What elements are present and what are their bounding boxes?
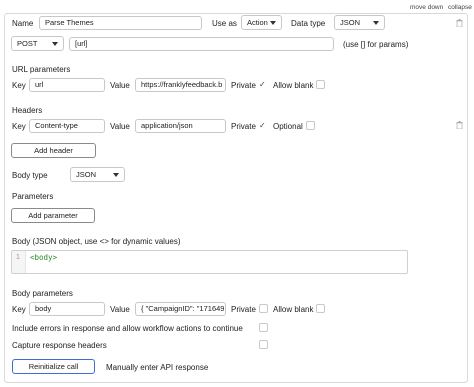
data-type-select[interactable]: JSON [334, 15, 385, 30]
header-key-input[interactable]: Content-type [29, 119, 105, 133]
include-errors-checkbox[interactable] [259, 323, 268, 332]
allow-blank-checkbox[interactable] [316, 80, 325, 89]
allow-blank-checkbox[interactable] [316, 304, 325, 313]
body-type-label: Body type [12, 171, 48, 180]
url-param-private-label: Private [231, 81, 256, 90]
method-select[interactable]: POST [11, 36, 64, 51]
body-type-select[interactable]: JSON [70, 167, 125, 182]
header-key-label: Key [12, 122, 26, 131]
header-optional-label: Optional [273, 122, 303, 131]
header-value-label: Value [110, 122, 130, 131]
header-value-input[interactable]: application/json [135, 119, 226, 133]
body-json-title: Body (JSON object, use <> for dynamic va… [12, 237, 181, 246]
chevron-down-icon [52, 42, 58, 46]
url-input[interactable]: [url] [69, 37, 334, 51]
trash-icon[interactable] [456, 121, 463, 129]
manual-response-label[interactable]: Manually enter API response [106, 363, 208, 372]
line-number: 1 [16, 254, 20, 261]
header-private-label: Private [231, 122, 256, 131]
chevron-down-icon [113, 173, 119, 177]
use-as-value: Action [247, 18, 268, 27]
chevron-down-icon [373, 21, 379, 25]
body-type-value: JSON [76, 170, 97, 179]
chevron-down-icon [270, 21, 276, 25]
url-hint: (use [] for params) [343, 40, 409, 49]
body-param-allow-blank-label: Allow blank [273, 305, 314, 314]
url-parameters-title: URL parameters [12, 65, 71, 74]
optional-checkbox[interactable] [306, 121, 315, 130]
parameters-title: Parameters [12, 192, 54, 201]
private-check-icon[interactable]: ✓ [259, 80, 266, 89]
use-as-label: Use as [212, 19, 237, 28]
body-param-key-label: Key [12, 305, 26, 314]
code-line: <body> [30, 253, 58, 262]
body-param-private-label: Private [231, 305, 256, 314]
data-type-value: JSON [340, 18, 361, 27]
add-header-button[interactable]: Add header [11, 143, 96, 158]
name-input[interactable]: Parse Themes [39, 16, 202, 30]
data-type-label: Data type [291, 19, 326, 28]
body-code-editor[interactable]: 1 <body> [11, 250, 408, 274]
capture-headers-checkbox[interactable] [259, 340, 268, 349]
trash-icon[interactable] [456, 19, 463, 27]
private-checkbox[interactable] [259, 304, 268, 313]
move-down-link[interactable]: move down [410, 4, 443, 11]
url-param-key-input[interactable]: url [29, 78, 105, 92]
url-param-allow-blank-label: Allow blank [273, 81, 314, 90]
private-check-icon[interactable]: ✓ [259, 121, 266, 130]
url-param-value-input[interactable]: https://franklyfeedback.b [135, 78, 226, 92]
reinitialize-call-button[interactable]: Reinitialize call [12, 359, 95, 374]
collapse-link[interactable]: collapse [448, 4, 472, 11]
url-param-value-label: Value [110, 81, 130, 90]
use-as-select[interactable]: Action [241, 15, 282, 30]
add-parameter-button[interactable]: Add parameter [11, 208, 95, 223]
name-label: Name [12, 19, 34, 28]
body-param-key-input[interactable]: body [29, 302, 105, 316]
method-value: POST [17, 39, 38, 48]
include-errors-label: Include errors in response and allow wor… [12, 324, 243, 333]
body-param-value-input[interactable]: { "CampaignID": "171649 [135, 302, 226, 316]
body-param-value-label: Value [110, 305, 130, 314]
headers-title: Headers [12, 106, 43, 115]
url-param-key-label: Key [12, 81, 26, 90]
capture-headers-label: Capture response headers [12, 341, 107, 350]
body-parameters-title: Body parameters [12, 289, 73, 298]
